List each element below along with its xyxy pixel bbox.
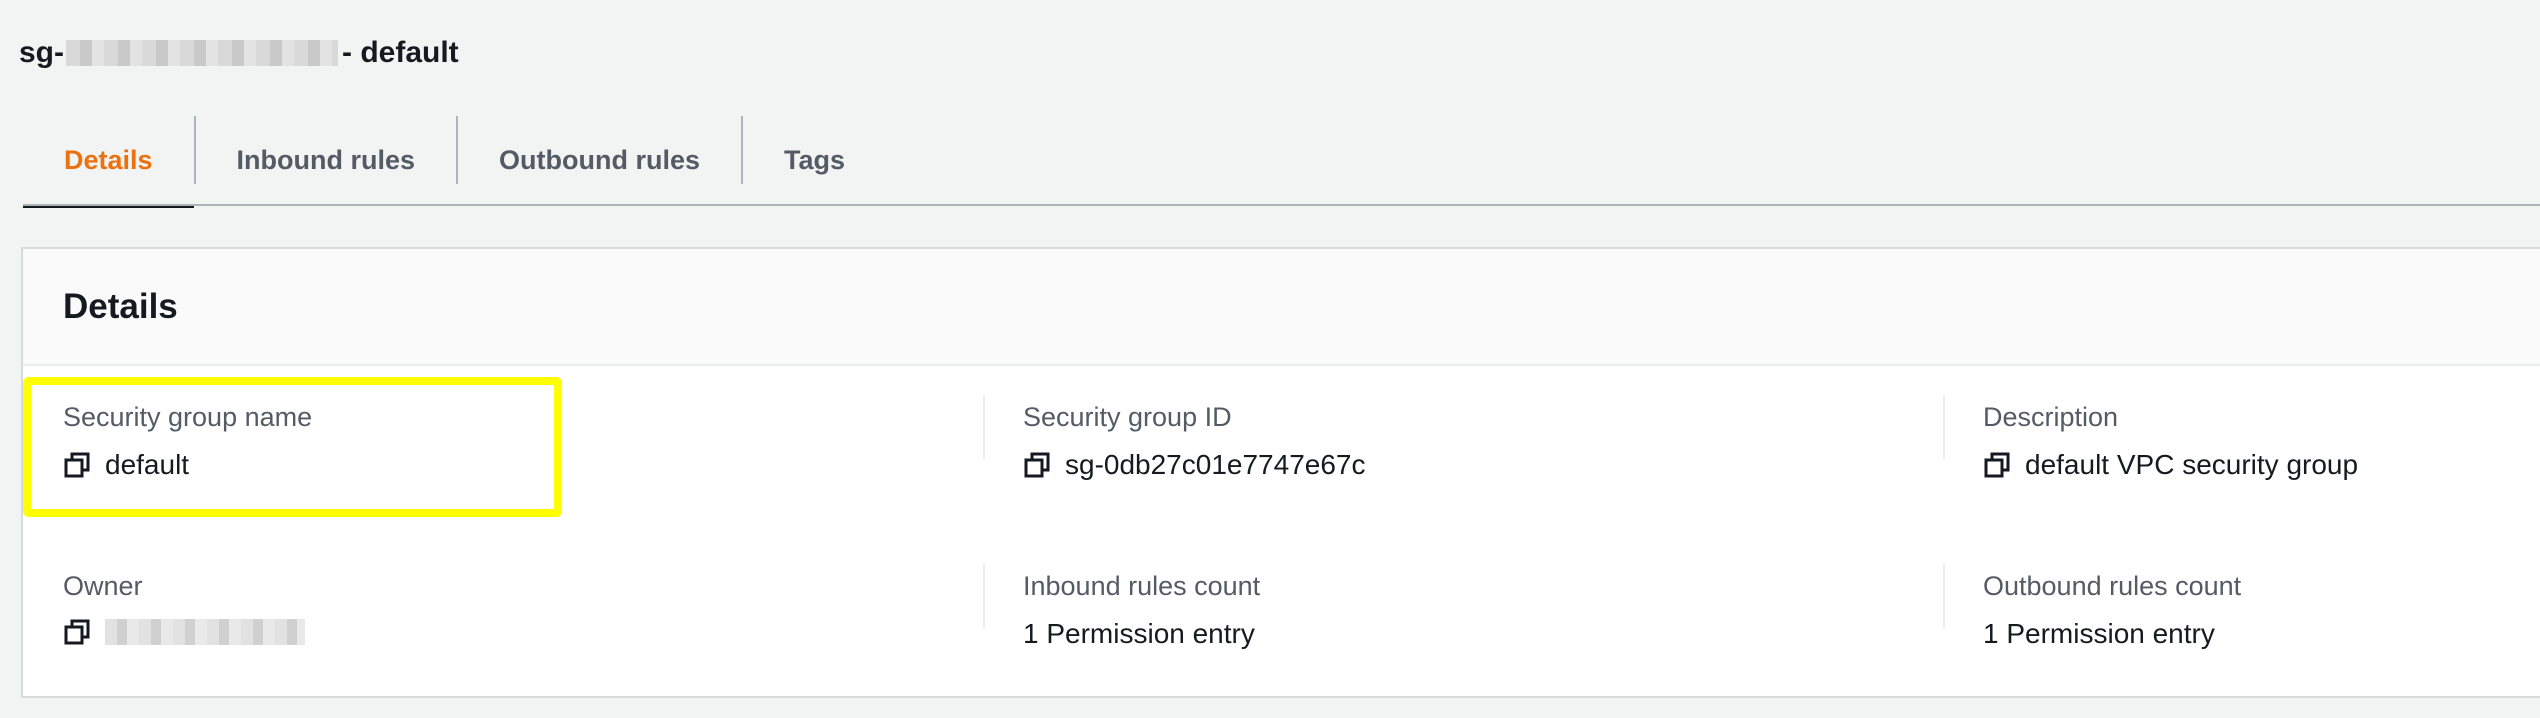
field-value: default bbox=[63, 449, 312, 481]
field-security-group-id: Security group ID sg-0db27c01e7747e67c bbox=[1023, 402, 1365, 481]
tab-details[interactable]: Details bbox=[23, 114, 194, 208]
tabs-underline bbox=[23, 204, 2540, 206]
copy-icon[interactable] bbox=[63, 618, 91, 646]
field-label: Outbound rules count bbox=[1983, 571, 2242, 601]
copy-icon[interactable] bbox=[1983, 451, 2011, 479]
field-label: Inbound rules count bbox=[1023, 571, 1261, 601]
field-value: sg-0db27c01e7747e67c bbox=[1023, 449, 1365, 481]
panel-header: Details bbox=[23, 249, 2540, 366]
description-value: default VPC security group bbox=[2025, 449, 2359, 480]
panel-title: Details bbox=[63, 286, 178, 326]
column-divider bbox=[1943, 564, 1945, 628]
field-security-group-name: Security group name default bbox=[63, 402, 312, 481]
column-divider bbox=[983, 564, 985, 628]
security-group-name-value: default bbox=[105, 449, 190, 480]
field-label: Security group name bbox=[63, 402, 313, 432]
field-label: Owner bbox=[63, 571, 143, 601]
tab-outbound-rules[interactable]: Outbound rules bbox=[458, 114, 741, 206]
tab-label: Tags bbox=[784, 144, 846, 175]
tab-label: Outbound rules bbox=[499, 144, 701, 175]
tab-bar: Details Inbound rules Outbound rules Tag… bbox=[23, 114, 886, 208]
field-description: Description default VPC security group bbox=[1983, 402, 2358, 481]
page: sg- - default Details Inbound rules Outb… bbox=[0, 0, 2540, 718]
field-value bbox=[63, 618, 305, 646]
tab-label: Details bbox=[64, 144, 153, 175]
page-title: sg- - default bbox=[19, 36, 459, 70]
field-label: Security group ID bbox=[1023, 402, 1232, 432]
copy-icon[interactable] bbox=[63, 451, 91, 479]
column-divider bbox=[1943, 395, 1945, 459]
title-suffix: - default bbox=[342, 36, 459, 69]
outbound-rules-count-value: 1 Permission entry bbox=[1983, 618, 2215, 649]
tab-label: Inbound rules bbox=[236, 144, 416, 175]
tab-inbound-rules[interactable]: Inbound rules bbox=[196, 114, 457, 206]
tab-tags[interactable]: Tags bbox=[743, 114, 886, 206]
copy-icon[interactable] bbox=[1023, 451, 1051, 479]
title-prefix: sg- bbox=[19, 36, 64, 69]
redacted-security-group-id bbox=[66, 40, 338, 66]
security-group-id-value: sg-0db27c01e7747e67c bbox=[1065, 449, 1366, 480]
inbound-rules-count-value: 1 Permission entry bbox=[1023, 618, 1255, 649]
field-value: 1 Permission entry bbox=[1023, 618, 1260, 650]
field-label: Description bbox=[1983, 402, 2119, 432]
redacted-owner-id bbox=[105, 619, 305, 645]
column-divider bbox=[983, 395, 985, 459]
field-value: 1 Permission entry bbox=[1983, 618, 2241, 650]
field-outbound-rules-count: Outbound rules count 1 Permission entry bbox=[1983, 571, 2241, 650]
field-owner: Owner bbox=[63, 571, 305, 646]
field-inbound-rules-count: Inbound rules count 1 Permission entry bbox=[1023, 571, 1260, 650]
field-value: default VPC security group bbox=[1983, 449, 2358, 481]
details-panel: Details Security group name default Secu… bbox=[21, 247, 2540, 698]
